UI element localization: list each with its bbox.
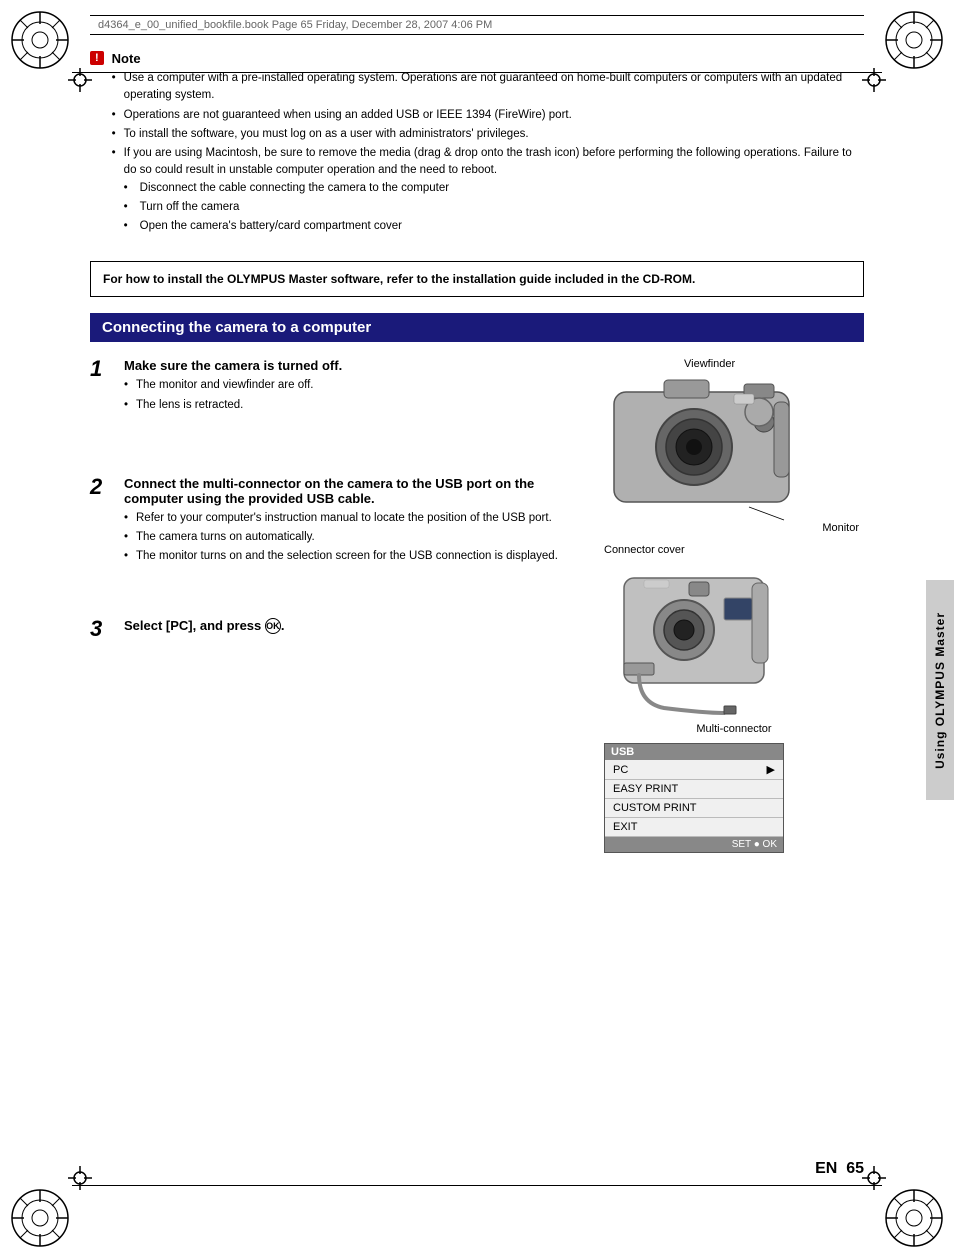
note-icon-container: !	[90, 51, 104, 237]
step-3-content: Select [PC], and press OK.	[124, 618, 584, 642]
usb-menu-footer: SET ● OK	[605, 837, 783, 852]
note-bullet-2: Operations are not guaranteed when using…	[112, 107, 864, 124]
corner-decoration-br	[884, 1188, 944, 1248]
note-bullet-1: Use a computer with a pre-installed oper…	[112, 70, 864, 105]
vertical-tab-label: Using OLYMPUS Master	[933, 612, 947, 769]
usb-menu-item-custom-print[interactable]: CUSTOM PRINT	[605, 799, 783, 818]
vertical-tab: Using OLYMPUS Master	[926, 580, 954, 800]
note-bullet-4: If you are using Macintosh, be sure to r…	[112, 145, 864, 235]
section-heading: Connecting the camera to a computer	[90, 313, 864, 342]
usb-menu-custom-print-label: CUSTOM PRINT	[613, 802, 697, 814]
usb-menu: USB PC ▶ EASY PRINT CUSTOM PRINT EXIT SE…	[604, 743, 784, 853]
ok-button-icon: OK	[265, 618, 281, 634]
step-2-bullets: Refer to your computer's instruction man…	[124, 510, 584, 566]
page-bottom-rule	[72, 1185, 882, 1186]
reference-box: For how to install the OLYMPUS Master so…	[90, 261, 864, 297]
steps-left: 1 Make sure the camera is turned off. Th…	[90, 358, 584, 853]
page-number-container: EN 65	[815, 1160, 864, 1178]
note-icon-badge: !	[90, 51, 104, 65]
usb-menu-exit-label: EXIT	[613, 821, 637, 833]
viewfinder-label: Viewfinder	[684, 358, 864, 370]
step-1: 1 Make sure the camera is turned off. Th…	[90, 358, 584, 416]
step-3: 3 Select [PC], and press OK.	[90, 618, 584, 642]
crosshair-bl	[68, 1166, 92, 1190]
usb-menu-item-exit[interactable]: EXIT	[605, 818, 783, 837]
header-text: d4364_e_00_unified_bookfile.book Page 65…	[98, 19, 492, 31]
step-2-bullet-1: Refer to your computer's instruction man…	[124, 510, 584, 527]
step-1-bullet-1: The monitor and viewfinder are off.	[124, 377, 584, 394]
page-lang: EN	[815, 1160, 837, 1177]
connector-cover-label: Connector cover	[604, 544, 864, 556]
reference-text: For how to install the OLYMPUS Master so…	[103, 272, 695, 286]
step-2: 2 Connect the multi-connector on the cam…	[90, 476, 584, 568]
step-2-bullet-2: The camera turns on automatically.	[124, 529, 584, 546]
step-2-number: 2	[90, 474, 114, 568]
page-number: 65	[846, 1160, 864, 1177]
camera-cable-view	[604, 558, 864, 731]
step-3-number: 3	[90, 616, 114, 642]
section-heading-text: Connecting the camera to a computer	[102, 319, 371, 336]
corner-decoration-bl	[10, 1188, 70, 1248]
note-bullets: Use a computer with a pre-installed oper…	[112, 70, 864, 235]
step-3-title: Select [PC], and press OK.	[124, 618, 584, 635]
note-title: Note	[112, 51, 864, 66]
step-2-bullet-3: The monitor turns on and the selection s…	[124, 548, 584, 565]
note-sub-bullets: Disconnect the cable connecting the came…	[124, 180, 864, 236]
usb-menu-item-pc[interactable]: PC ▶	[605, 760, 783, 780]
main-content: d4364_e_00_unified_bookfile.book Page 65…	[90, 0, 864, 853]
steps-area: 1 Make sure the camera is turned off. Th…	[90, 358, 864, 853]
step-1-bullets: The monitor and viewfinder are off. The …	[124, 377, 584, 414]
steps-right: Viewfinder	[604, 358, 864, 853]
step-2-title: Connect the multi-connector on the camer…	[124, 476, 584, 506]
note-body: Note Use a computer with a pre-installed…	[112, 51, 864, 237]
corner-decoration-tr	[884, 10, 944, 70]
usb-menu-easy-print-label: EASY PRINT	[613, 783, 678, 795]
corner-decoration-tl	[10, 10, 70, 70]
crosshair-br	[862, 1166, 886, 1190]
camera-top-view: Monitor	[604, 372, 864, 534]
header-bar: d4364_e_00_unified_bookfile.book Page 65…	[90, 15, 864, 35]
step-1-number: 1	[90, 356, 114, 416]
note-section: ! Note Use a computer with a pre-install…	[90, 43, 864, 245]
note-sub-bullet-2: Turn off the camera	[124, 199, 864, 216]
usb-menu-header: USB	[605, 744, 783, 760]
note-sub-bullet-1: Disconnect the cable connecting the came…	[124, 180, 864, 197]
step-1-content: Make sure the camera is turned off. The …	[124, 358, 584, 416]
note-content: Use a computer with a pre-installed oper…	[112, 70, 864, 235]
step-1-bullet-2: The lens is retracted.	[124, 397, 584, 414]
usb-menu-pc-arrow: ▶	[767, 763, 775, 776]
note-sub-bullet-3: Open the camera's battery/card compartme…	[124, 218, 864, 235]
step-2-content: Connect the multi-connector on the camer…	[124, 476, 584, 568]
usb-menu-item-easy-print[interactable]: EASY PRINT	[605, 780, 783, 799]
note-bullet-3: To install the software, you must log on…	[112, 126, 864, 143]
usb-menu-pc-label: PC	[613, 764, 628, 776]
step-1-title: Make sure the camera is turned off.	[124, 358, 584, 373]
